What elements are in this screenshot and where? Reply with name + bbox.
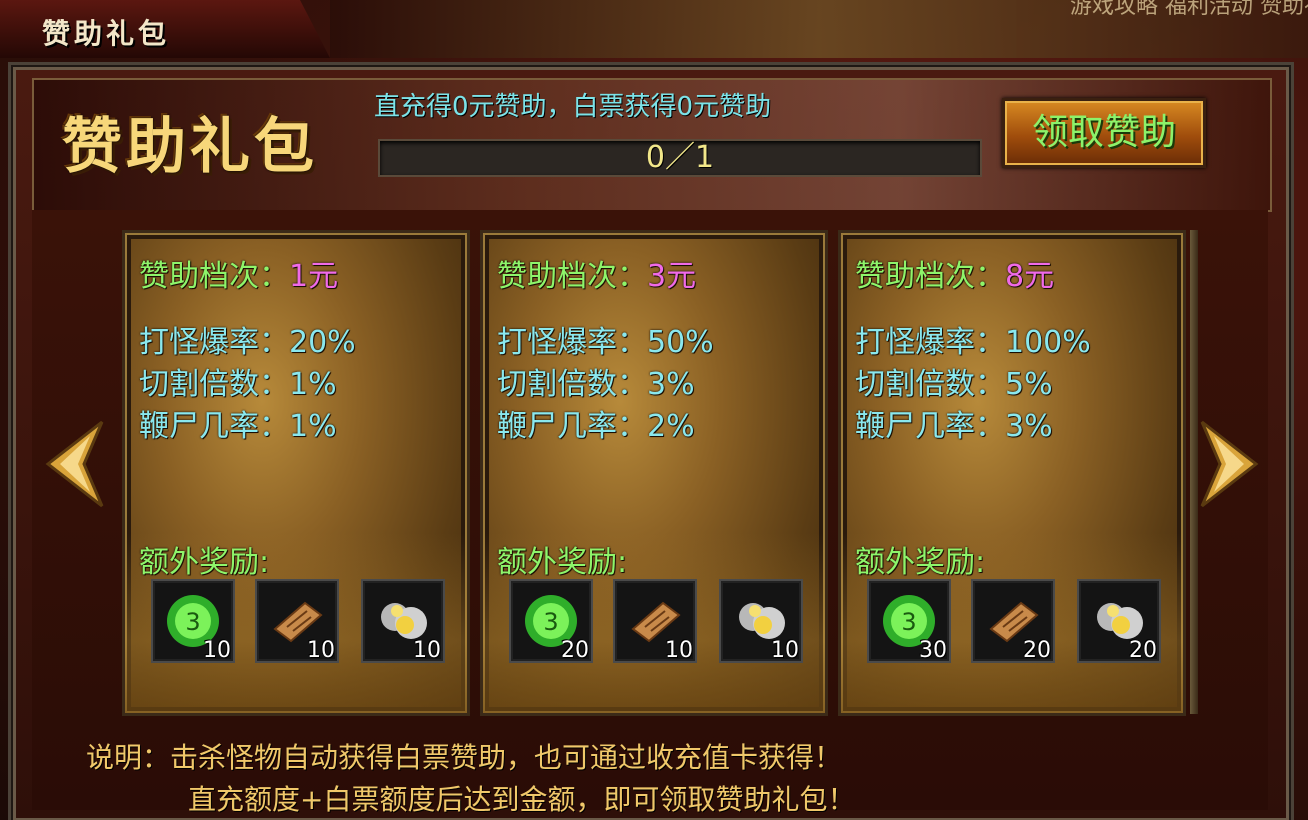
sponsor-tier-card-2: 赞助档次：3元 打怪爆率：50% 切割倍数：3% 鞭尸几率：2% 额外奖励: 3… — [480, 230, 828, 716]
tier-label: 赞助档次： — [855, 259, 1005, 294]
sponsor-tier-card-3: 赞助档次：8元 打怪爆率：100% 切割倍数：5% 鞭尸几率：3% 额外奖励: … — [838, 230, 1186, 716]
extra-reward-label: 额外奖励: — [497, 545, 628, 580]
right-arrow-icon[interactable] — [1200, 420, 1264, 508]
item-count: 10 — [307, 638, 335, 663]
cut-multiplier-text: 切割倍数：1% — [139, 367, 337, 402]
tier-line: 赞助档次：1元 — [139, 251, 338, 295]
item-count: 10 — [203, 638, 231, 663]
description-line-2: 直充额度+白票额度后达到金额，即可领取赞助礼包！ — [188, 783, 856, 816]
progress-text: 0／1 — [645, 140, 715, 175]
item-count: 30 — [919, 638, 947, 663]
sponsor-tier-card-1: 赞助档次：1元 打怪爆率：20% 切割倍数：1% 鞭尸几率：1% 额外奖励: 3… — [122, 230, 470, 716]
item-count: 10 — [413, 638, 441, 663]
svg-text:3: 3 — [543, 608, 558, 636]
description-line-1: 说明：击杀怪物自动获得白票赞助，也可通过收充值卡获得！ — [86, 741, 843, 774]
reward-slot-scroll[interactable]: 20 — [971, 579, 1055, 663]
whip-rate-text: 鞭尸几率：1% — [139, 409, 337, 444]
whip-rate-text: 鞭尸几率：2% — [497, 409, 695, 444]
page-title: 赞助礼包 — [62, 112, 318, 182]
reward-slot-scroll[interactable]: 10 — [613, 579, 697, 663]
reward-slot-green-orb[interactable]: 3 30 — [867, 579, 951, 663]
tier-value: 8元 — [1005, 259, 1055, 294]
top-nav-strip: 游戏攻略 福利活动 赞助礼包 全服活动 限时福利 — [330, 0, 1308, 58]
item-count: 20 — [1129, 638, 1157, 663]
drop-rate-text: 打怪爆率：100% — [855, 325, 1091, 360]
svg-text:3: 3 — [901, 608, 916, 636]
item-count: 10 — [665, 638, 693, 663]
tier-value: 3元 — [647, 259, 697, 294]
reward-slot-gold-ore[interactable]: 20 — [1077, 579, 1161, 663]
tier-line: 赞助档次：3元 — [497, 251, 696, 295]
drop-rate-text: 打怪爆率：50% — [497, 325, 714, 360]
tier-label: 赞助档次： — [497, 259, 647, 294]
reward-slot-scroll[interactable]: 10 — [255, 579, 339, 663]
sponsor-gift-window: 游戏攻略 福利活动 赞助礼包 全服活动 限时福利 赞助礼包 赞助礼包 直充得0元… — [0, 0, 1308, 820]
reward-slot-gold-ore[interactable]: 10 — [719, 579, 803, 663]
sponsor-info-text: 直充得0元赞助，白票获得0元赞助 — [374, 92, 772, 122]
tier-value: 1元 — [289, 259, 339, 294]
cut-multiplier-text: 切割倍数：5% — [855, 367, 1053, 402]
sponsor-progress-bar: 0／1 — [378, 139, 982, 177]
reward-slot-gold-ore[interactable]: 10 — [361, 579, 445, 663]
left-arrow-icon[interactable] — [40, 420, 104, 508]
top-nav-text: 游戏攻略 福利活动 赞助礼包 全服活动 限时福利 — [1070, 0, 1308, 19]
reward-slot-green-orb[interactable]: 3 10 — [151, 579, 235, 663]
item-count: 10 — [771, 638, 799, 663]
tier-label: 赞助档次： — [139, 259, 289, 294]
extra-reward-label: 额外奖励: — [139, 545, 270, 580]
item-count: 20 — [561, 638, 589, 663]
claim-sponsor-button[interactable]: 领取赞助 — [1002, 98, 1206, 168]
window-title: 赞助礼包 — [42, 17, 171, 50]
tier-line: 赞助档次：8元 — [855, 251, 1054, 295]
card-scroll-edge — [1190, 230, 1198, 714]
extra-reward-label: 额外奖励: — [855, 545, 986, 580]
window-title-tab[interactable]: 赞助礼包 — [0, 0, 330, 58]
whip-rate-text: 鞭尸几率：3% — [855, 409, 1053, 444]
drop-rate-text: 打怪爆率：20% — [139, 325, 356, 360]
reward-slot-green-orb[interactable]: 3 20 — [509, 579, 593, 663]
item-count: 20 — [1023, 638, 1051, 663]
cut-multiplier-text: 切割倍数：3% — [497, 367, 695, 402]
svg-text:3: 3 — [185, 608, 200, 636]
